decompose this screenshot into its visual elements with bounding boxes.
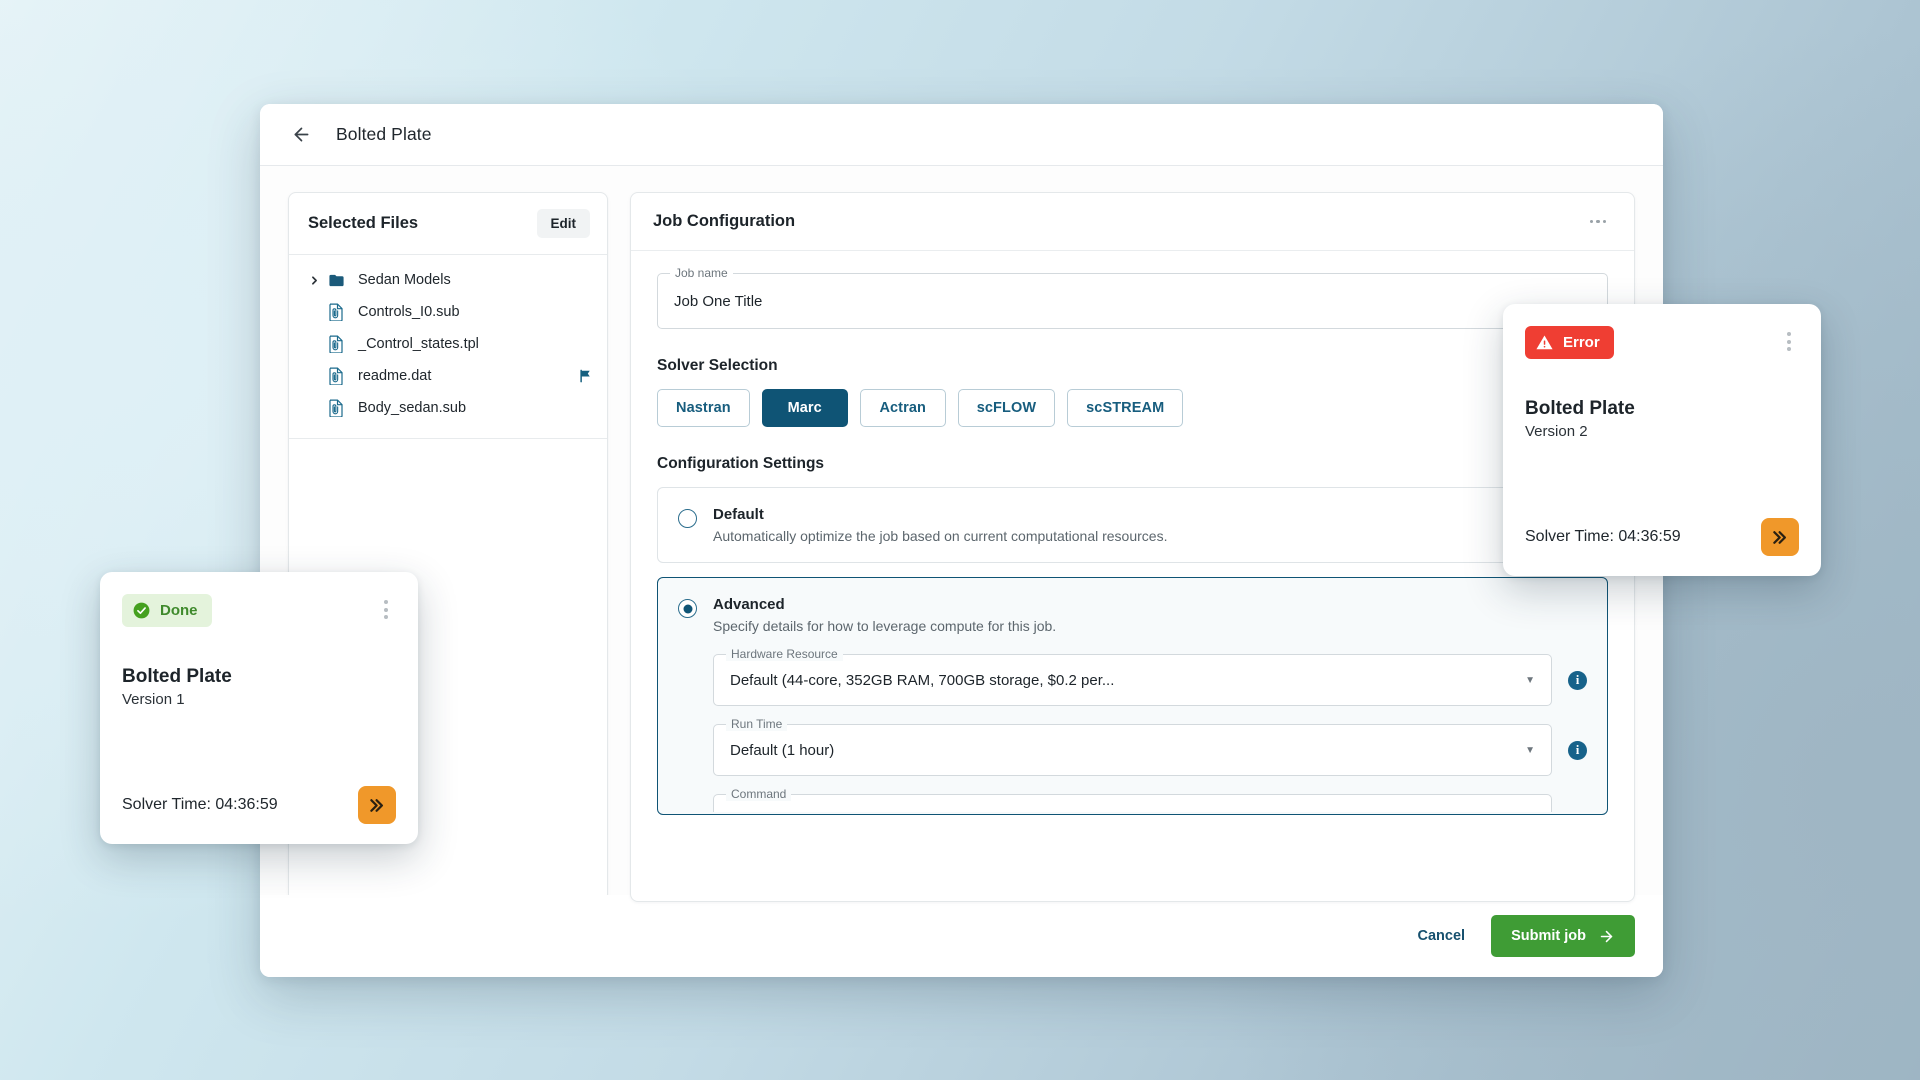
config-option-default-description: Automatically optimize the job based on …: [713, 528, 1168, 544]
job-name-value: Job One Title: [674, 292, 763, 310]
folder-icon: [325, 272, 347, 289]
radio-default[interactable]: [678, 509, 697, 528]
config-option-advanced[interactable]: Advanced Specify details for how to leve…: [657, 577, 1608, 815]
file-document-icon: [325, 399, 347, 417]
command-label: Command: [726, 787, 792, 801]
solver-option-actran[interactable]: Actran: [859, 389, 946, 427]
check-circle-icon: [133, 602, 150, 619]
alert-triangle-icon: [1536, 335, 1553, 350]
arrow-left-icon: [294, 127, 308, 142]
dialog-body: Selected Files Edit Sedan Models Control…: [260, 166, 1663, 902]
cancel-button[interactable]: Cancel: [1400, 918, 1484, 954]
advanced-fields: Hardware Resource Default (44-core, 352G…: [713, 647, 1587, 812]
solver-option-scflow[interactable]: scFLOW: [957, 389, 1056, 427]
job-card-error-name: Bolted Plate: [1525, 398, 1635, 419]
job-name-input[interactable]: Job name Job One Title: [657, 266, 1608, 329]
more-horizontal-icon[interactable]: [1584, 212, 1613, 232]
job-configuration-panel: Job Configuration Job name Job One Title…: [630, 192, 1635, 902]
hardware-resource-select[interactable]: Hardware Resource Default (44-core, 352G…: [713, 647, 1552, 706]
job-card-done[interactable]: Done Bolted Plate Version 1 Solver Time:…: [100, 572, 418, 844]
file-document-icon: [325, 303, 347, 321]
list-item-file[interactable]: Body_sedan.sub: [289, 392, 607, 424]
run-time-row: Run Time Default (1 hour) ▼ i: [713, 717, 1587, 776]
submit-job-button[interactable]: Submit job: [1491, 915, 1635, 957]
status-badge-done-label: Done: [160, 602, 198, 619]
run-time-label: Run Time: [726, 717, 788, 731]
list-item-file[interactable]: _Control_states.tpl: [289, 328, 607, 360]
file-document-icon: [325, 367, 347, 385]
radio-advanced[interactable]: [678, 599, 697, 618]
edit-files-button[interactable]: Edit: [536, 209, 590, 238]
list-item-folder[interactable]: Sedan Models: [289, 264, 607, 296]
list-item-label: readme.dat: [358, 368, 432, 384]
solver-selection-group: Nastran Marc Actran scFLOW scSTREAM: [657, 389, 1608, 427]
hardware-resource-label: Hardware Resource: [726, 647, 843, 661]
fast-forward-icon[interactable]: [1761, 518, 1799, 556]
list-item-label: _Control_states.tpl: [358, 336, 479, 352]
page-title: Bolted Plate: [336, 124, 432, 144]
dialog-header: Bolted Plate: [260, 104, 1663, 166]
arrow-right-icon: [1600, 930, 1613, 942]
back-button[interactable]: [284, 118, 318, 152]
list-item-label: Sedan Models: [358, 272, 451, 288]
list-item-label: Body_sedan.sub: [358, 400, 467, 416]
chevron-down-icon[interactable]: ▼: [1525, 675, 1535, 686]
dialog-footer: Cancel Submit job: [260, 895, 1663, 977]
status-badge-error: Error: [1525, 326, 1614, 359]
configuration-settings-title: Configuration Settings: [657, 455, 825, 472]
hardware-resource-row: Hardware Resource Default (44-core, 352G…: [713, 647, 1587, 706]
status-badge-error-label: Error: [1563, 334, 1600, 351]
config-option-advanced-title: Advanced: [713, 596, 785, 613]
job-card-error[interactable]: Error Bolted Plate Version 2 Solver Time…: [1503, 304, 1821, 576]
file-list: Sedan Models Controls_I0.sub _Control_st…: [289, 254, 607, 439]
job-configuration-header: Job Configuration: [631, 193, 1634, 251]
command-input[interactable]: Command: [713, 787, 1552, 812]
selected-files-title: Selected Files: [308, 214, 419, 232]
status-badge-done: Done: [122, 594, 212, 627]
more-vertical-icon[interactable]: [376, 594, 396, 625]
job-configuration-content: Job name Job One Title Solver Selection …: [631, 251, 1634, 901]
run-time-info-icon[interactable]: i: [1568, 740, 1587, 760]
solver-option-scstream[interactable]: scSTREAM: [1067, 389, 1184, 427]
job-card-done-name: Bolted Plate: [122, 666, 232, 687]
job-configuration-title: Job Configuration: [653, 212, 796, 230]
list-item-file[interactable]: Controls_I0.sub: [289, 296, 607, 328]
file-document-icon: [325, 335, 347, 353]
job-submission-dialog: Bolted Plate Selected Files Edit Sedan M…: [260, 104, 1663, 977]
submit-job-label: Submit job: [1511, 928, 1586, 944]
flag-icon[interactable]: [578, 368, 593, 384]
chevron-down-icon[interactable]: ▼: [1525, 745, 1535, 756]
config-option-default[interactable]: Default Automatically optimize the job b…: [657, 487, 1608, 563]
hardware-resource-info-icon[interactable]: i: [1568, 670, 1587, 690]
job-card-error-solver-time: Solver Time: 04:36:59: [1525, 528, 1681, 545]
list-item-file-flagged[interactable]: readme.dat: [289, 360, 607, 392]
run-time-select[interactable]: Run Time Default (1 hour) ▼: [713, 717, 1552, 776]
solver-option-marc[interactable]: Marc: [761, 389, 848, 427]
hardware-resource-value: Default (44-core, 352GB RAM, 700GB stora…: [730, 671, 1115, 689]
job-name-label: Job name: [670, 266, 733, 280]
config-option-default-title: Default: [713, 506, 764, 523]
list-item-label: Controls_I0.sub: [358, 304, 460, 320]
job-card-done-solver-time: Solver Time: 04:36:59: [122, 796, 278, 813]
job-card-done-version: Version 1: [122, 691, 185, 708]
run-time-value: Default (1 hour): [730, 741, 835, 759]
config-option-advanced-description: Specify details for how to leverage comp…: [713, 618, 1057, 634]
fast-forward-icon[interactable]: [358, 786, 396, 824]
selected-files-header: Selected Files Edit: [289, 193, 607, 254]
job-card-error-version: Version 2: [1525, 423, 1588, 440]
solver-option-nastran[interactable]: Nastran: [657, 389, 750, 427]
chevron-right-icon[interactable]: [305, 274, 323, 287]
solver-selection-title: Solver Selection: [657, 357, 778, 374]
more-vertical-icon[interactable]: [1779, 326, 1799, 357]
